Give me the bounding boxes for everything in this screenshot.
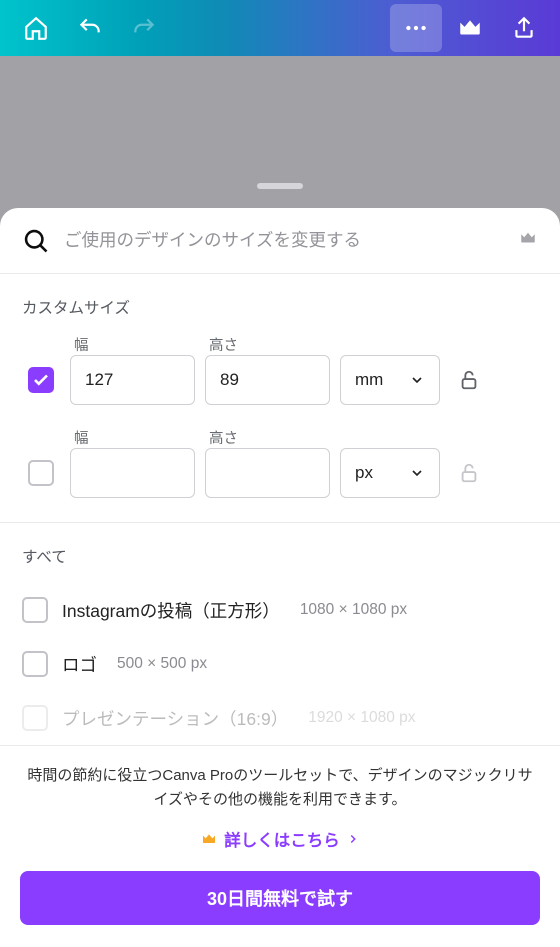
home-button[interactable] xyxy=(10,4,62,52)
crown-icon xyxy=(457,15,483,41)
size-row-1-width-input[interactable] xyxy=(70,355,195,405)
share-button[interactable] xyxy=(498,4,550,52)
unit-label: px xyxy=(355,463,373,483)
learn-more-link[interactable]: 詳しくはこちら xyxy=(20,827,540,851)
share-icon xyxy=(511,15,537,41)
unlock-icon[interactable] xyxy=(458,369,480,391)
sheet-handle-area xyxy=(0,183,560,189)
home-icon xyxy=(23,15,49,41)
preset-title: ロゴ xyxy=(62,652,97,677)
preset-title: Instagramの投稿（正方形） xyxy=(62,598,280,623)
cta-label: 30日間無料で試す xyxy=(207,885,353,911)
size-preset-item[interactable]: プレゼンテーション（16:9） 1920 × 1080 px xyxy=(0,691,560,745)
check-icon xyxy=(32,371,50,389)
search-icon xyxy=(22,227,50,255)
size-row-1-checkbox[interactable] xyxy=(28,367,54,393)
preset-dims: 1080 × 1080 px xyxy=(300,601,407,619)
pro-button[interactable] xyxy=(444,4,496,52)
chevron-down-icon xyxy=(409,372,425,388)
preset-checkbox[interactable] xyxy=(22,597,48,623)
size-preset-item[interactable]: Instagramの投稿（正方形） 1080 × 1080 px xyxy=(0,583,560,637)
chevron-down-icon xyxy=(409,465,425,481)
crown-icon xyxy=(518,229,538,247)
width-label: 幅 xyxy=(70,334,195,355)
preset-checkbox[interactable] xyxy=(22,705,48,731)
all-heading: すべて xyxy=(0,523,560,583)
preset-title: プレゼンテーション（16:9） xyxy=(62,706,288,731)
editor-top-bar xyxy=(0,0,560,56)
chevron-right-icon xyxy=(346,832,360,846)
undo-button[interactable] xyxy=(64,4,116,52)
pro-indicator xyxy=(518,229,538,252)
more-button[interactable] xyxy=(390,4,442,52)
size-row-2-checkbox[interactable] xyxy=(28,460,54,486)
search-input[interactable] xyxy=(64,230,518,251)
custom-size-heading: カスタムサイズ xyxy=(0,274,560,334)
promo-text: 時間の節約に役立つCanva Proのツールセットで、デザインのマジックリサイズ… xyxy=(20,764,540,814)
size-row-2-unit-select[interactable]: px xyxy=(340,448,440,498)
size-row-1-unit-select[interactable]: mm xyxy=(340,355,440,405)
redo-button[interactable] xyxy=(118,4,170,52)
height-label-2: 高さ xyxy=(205,427,330,448)
unlock-icon xyxy=(458,462,480,484)
search-row xyxy=(0,208,560,274)
preset-checkbox[interactable] xyxy=(22,651,48,677)
size-row-1-height-input[interactable] xyxy=(205,355,330,405)
learn-more-label: 詳しくはこちら xyxy=(224,827,340,851)
size-row-2-height-input[interactable] xyxy=(205,448,330,498)
promo-footer: 時間の節約に役立つCanva Proのツールセットで、デザインのマジックリサイズ… xyxy=(0,745,560,947)
resize-sheet: カスタムサイズ 幅 高さ mm 幅 高さ xyxy=(0,208,560,947)
sheet-handle[interactable] xyxy=(257,183,303,189)
more-icon xyxy=(403,15,429,41)
size-preset-item[interactable]: ロゴ 500 × 500 px xyxy=(0,637,560,691)
preset-dims: 1920 × 1080 px xyxy=(308,709,415,727)
width-label-2: 幅 xyxy=(70,427,195,448)
size-row-2-width-input[interactable] xyxy=(70,448,195,498)
crown-icon xyxy=(200,831,218,847)
preset-dims: 500 × 500 px xyxy=(117,655,207,673)
sheet-content: カスタムサイズ 幅 高さ mm 幅 高さ xyxy=(0,274,560,745)
undo-icon xyxy=(77,15,103,41)
redo-icon xyxy=(131,15,157,41)
height-label: 高さ xyxy=(205,334,330,355)
unit-label: mm xyxy=(355,370,383,390)
trial-cta-button[interactable]: 30日間無料で試す xyxy=(20,871,540,925)
